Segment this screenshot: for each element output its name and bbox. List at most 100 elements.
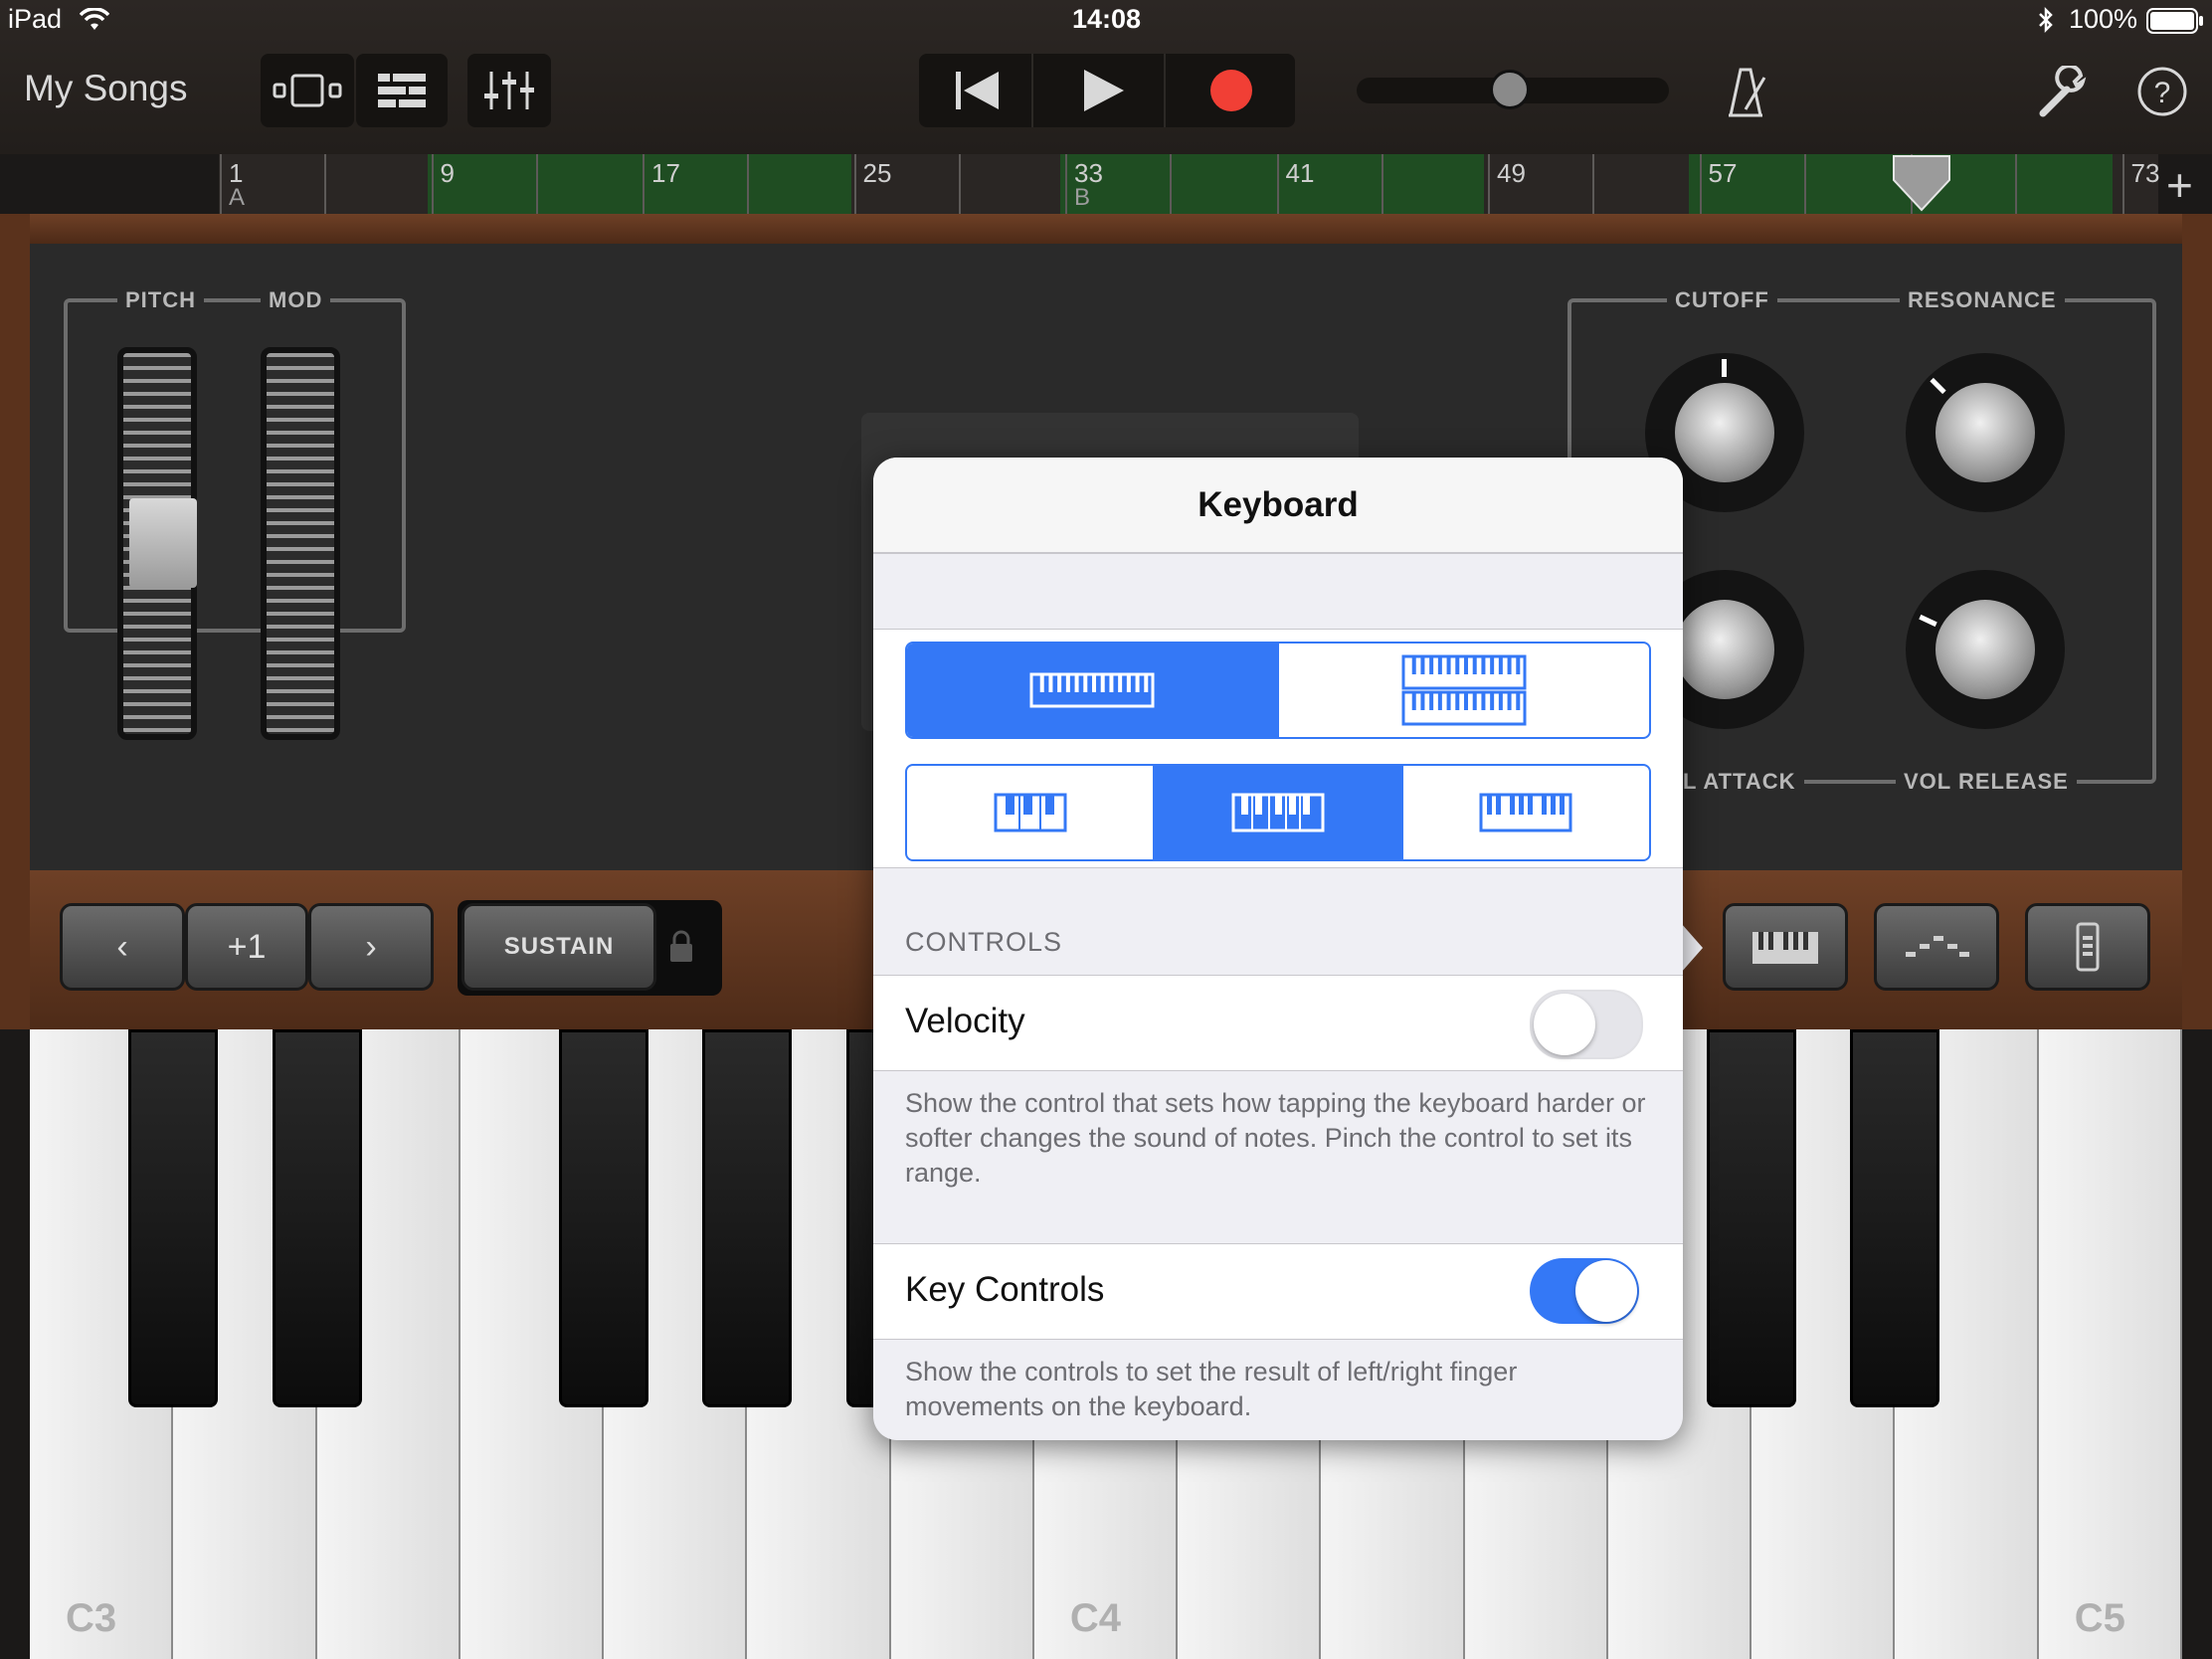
vol-attack-label: L ATTACK xyxy=(1675,769,1804,795)
octave-up-button[interactable]: › xyxy=(308,903,434,991)
mod-label: MOD xyxy=(261,287,331,313)
velocity-row[interactable]: Velocity xyxy=(873,975,1683,1071)
timeline-ruler[interactable]: 191725334149576573AB xyxy=(219,154,2160,214)
black-key[interactable] xyxy=(559,1029,649,1407)
layout-segmented-control[interactable] xyxy=(905,642,1651,739)
scroll-lock-icon xyxy=(2076,922,2100,972)
velocity-description: Show the control that sets how tapping t… xyxy=(905,1088,1646,1188)
note-label: C4 xyxy=(1069,1596,1121,1640)
help-icon[interactable]: ? xyxy=(2136,66,2190,119)
play-icon[interactable] xyxy=(1034,54,1164,127)
mixer-button[interactable] xyxy=(467,54,551,127)
note-label: C3 xyxy=(66,1596,117,1640)
popover-title: Keyboard xyxy=(873,458,1683,554)
ruler-tick xyxy=(1803,154,1806,214)
key-size-segmented-control[interactable] xyxy=(905,764,1651,861)
popover-arrow xyxy=(1681,923,1703,973)
region-segment[interactable] xyxy=(1060,154,1484,214)
battery-icon xyxy=(2146,8,2203,34)
arpeggiator-button[interactable] xyxy=(1874,903,1999,991)
pitch-mod-group xyxy=(64,298,406,633)
bar-number: 73 xyxy=(2130,158,2160,188)
pitch-label: PITCH xyxy=(117,287,204,313)
octave-value: +1 xyxy=(185,903,308,991)
tracks-view-icon xyxy=(378,74,426,107)
ruler-tick xyxy=(1699,154,1702,214)
velocity-toggle[interactable] xyxy=(1530,990,1643,1059)
black-key[interactable] xyxy=(128,1029,219,1407)
ruler-tick xyxy=(324,154,326,214)
ruler-tick xyxy=(535,154,538,214)
mod-wheel[interactable] xyxy=(261,347,340,740)
add-section-button[interactable]: + xyxy=(2166,157,2193,213)
white-key[interactable] xyxy=(2038,1029,2182,1659)
section-label: A xyxy=(229,184,246,211)
battery-percent: 100% xyxy=(2069,4,2138,34)
bar-number: 49 xyxy=(1497,158,1526,188)
volume-thumb[interactable] xyxy=(1489,70,1530,109)
ruler-tick xyxy=(1170,154,1172,214)
settings-wrench-icon[interactable] xyxy=(2037,66,2091,119)
ruler-tick xyxy=(1592,154,1594,214)
controls-section-header: CONTROLS xyxy=(905,927,1063,957)
ruler-tick xyxy=(2121,154,2124,214)
keyboard-mode-icon xyxy=(1752,932,1818,964)
metronome-icon[interactable] xyxy=(1721,62,1770,121)
large-keys-option[interactable] xyxy=(1400,766,1649,859)
black-key[interactable] xyxy=(1850,1029,1940,1407)
tracks-view-button[interactable] xyxy=(356,54,448,127)
wood-trim-left xyxy=(0,214,30,1029)
large-keys-icon xyxy=(1479,793,1572,832)
ruler-tick xyxy=(643,154,645,214)
record-icon[interactable] xyxy=(1166,54,1295,127)
ruler-tick xyxy=(1381,154,1383,214)
bar-number: 9 xyxy=(440,158,455,188)
bar-number: 41 xyxy=(1285,158,1315,188)
playhead-marker[interactable] xyxy=(1892,154,1951,214)
arpeggiator-icon xyxy=(1906,936,1969,957)
ruler-tick xyxy=(220,154,222,214)
key-controls-label: Key Controls xyxy=(905,1270,1105,1309)
view-toggle-icon xyxy=(273,74,342,107)
small-keys-option[interactable] xyxy=(907,766,1153,859)
section-label: B xyxy=(1074,184,1091,211)
status-time: 14:08 xyxy=(1072,4,1142,34)
sustain-button[interactable]: SUSTAIN xyxy=(461,903,656,991)
ruler-tick xyxy=(1065,154,1067,214)
keyboard-mode-button[interactable] xyxy=(1723,903,1848,991)
double-keyboard-option[interactable] xyxy=(1277,644,1649,737)
ruler-tick xyxy=(958,154,961,214)
rewind-icon[interactable] xyxy=(919,54,1030,127)
ruler-tick xyxy=(1488,154,1490,214)
key-controls-toggle[interactable] xyxy=(1530,1258,1639,1324)
bluetooth-icon xyxy=(2039,6,2053,34)
velocity-label: Velocity xyxy=(905,1002,1025,1040)
ruler-tick xyxy=(2015,154,2017,214)
top-bar: iPad 14:08 100% My Songs ? xyxy=(0,0,2212,154)
octave-down-button[interactable]: ‹ xyxy=(60,903,185,991)
vol-release-knob[interactable] xyxy=(1906,570,2065,729)
view-toggle-button[interactable] xyxy=(261,54,354,127)
lock-icon[interactable] xyxy=(668,930,694,964)
key-controls-row[interactable]: Key Controls xyxy=(873,1243,1683,1340)
resonance-knob[interactable] xyxy=(1906,353,2065,512)
transport-divider xyxy=(1031,54,1033,127)
ruler-tick xyxy=(853,154,856,214)
resonance-label: RESONANCE xyxy=(1900,287,2065,313)
region-segment[interactable] xyxy=(428,154,851,214)
svg-text:?: ? xyxy=(2154,77,2171,109)
scroll-lock-button[interactable] xyxy=(2025,903,2150,991)
wifi-icon xyxy=(80,8,109,30)
black-key[interactable] xyxy=(272,1029,362,1407)
black-key[interactable] xyxy=(702,1029,793,1407)
double-keyboard-icon xyxy=(1401,654,1527,726)
medium-keys-option[interactable] xyxy=(1153,766,1401,859)
bar-number: 17 xyxy=(651,158,680,188)
small-keys-icon xyxy=(994,793,1067,832)
pitch-wheel-center xyxy=(129,498,197,588)
black-key[interactable] xyxy=(1707,1029,1797,1407)
my-songs-button[interactable]: My Songs xyxy=(24,68,188,109)
single-keyboard-option[interactable] xyxy=(907,644,1277,737)
mixer-icon xyxy=(484,72,534,109)
ruler-tick xyxy=(747,154,749,214)
